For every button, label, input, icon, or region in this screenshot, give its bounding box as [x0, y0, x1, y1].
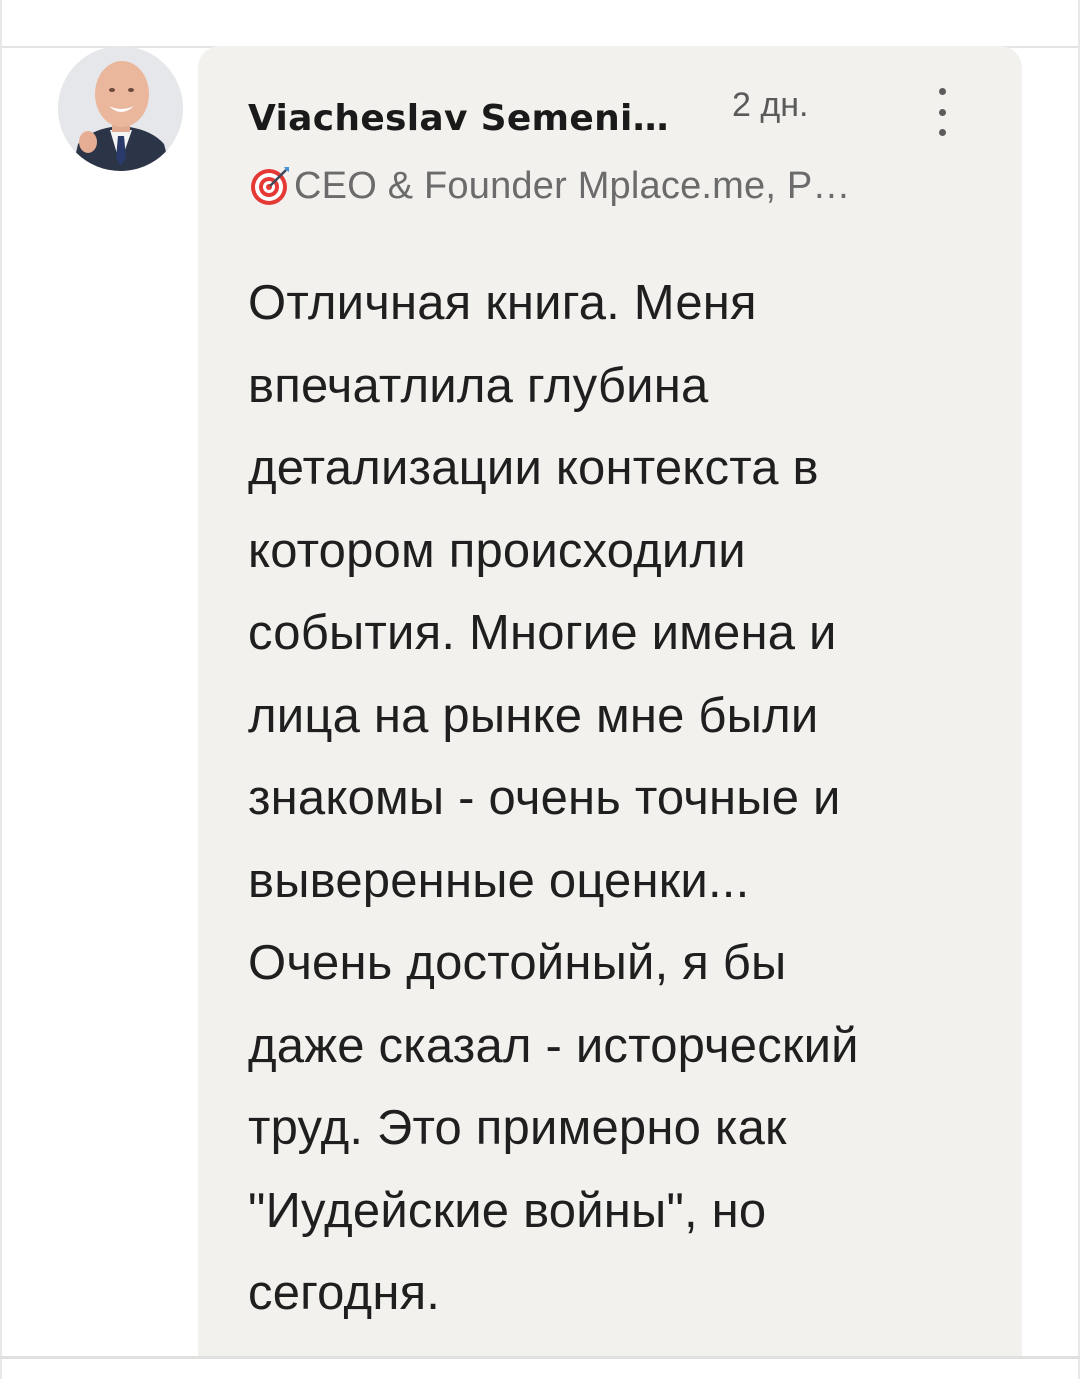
comment-text-line: "Иудейские войны", но: [248, 1183, 767, 1238]
comment-text-line: Очень достойный, я бы: [248, 936, 787, 990]
direct-hit-target-icon: [251, 167, 289, 205]
comment-text-line: выверенные оценки...: [248, 853, 750, 908]
comment-text-line: знакомы - очень точные и: [248, 771, 841, 825]
avatar[interactable]: [58, 46, 183, 171]
comment-text-line: труд. Это примерно как: [248, 1101, 787, 1155]
author-headline: CEO & Founder Mplace.me, P…: [294, 164, 851, 207]
more-dot-icon: [938, 88, 946, 95]
comment-text-line: даже сказал - исторческий: [248, 1018, 859, 1073]
comment-text-line: впечатлила глубина: [248, 358, 709, 413]
more-dot-icon: [938, 129, 946, 136]
comment-text: Отличная книга. Меня впечатлила глубина …: [248, 262, 988, 1335]
comment-text-line: лица на рынке мне были: [248, 688, 819, 743]
comment-text-line: события. Многие имена и: [248, 606, 837, 660]
left-edge: [0, 0, 2, 1379]
more-options-button[interactable]: [922, 84, 962, 140]
comment-page: Viacheslav Semeni… 2 дн. CEO & Founder M…: [0, 0, 1080, 1379]
comment-text-line: сегодня.: [248, 1266, 441, 1320]
bottom-divider: [0, 1356, 1080, 1359]
more-dot-icon: [938, 108, 946, 116]
comment-text-line: Отличная книга. Меня: [248, 276, 757, 330]
comment-text-line: котором происходили: [248, 523, 746, 578]
author-headline-row: CEO & Founder Mplace.me, P…: [248, 164, 851, 208]
author-name[interactable]: Viacheslav Semeni…: [248, 98, 669, 139]
comment-text-line: детализации контекста в: [248, 441, 819, 495]
avatar-photo: [58, 46, 183, 171]
comment-timestamp: 2 дн.: [732, 86, 809, 124]
